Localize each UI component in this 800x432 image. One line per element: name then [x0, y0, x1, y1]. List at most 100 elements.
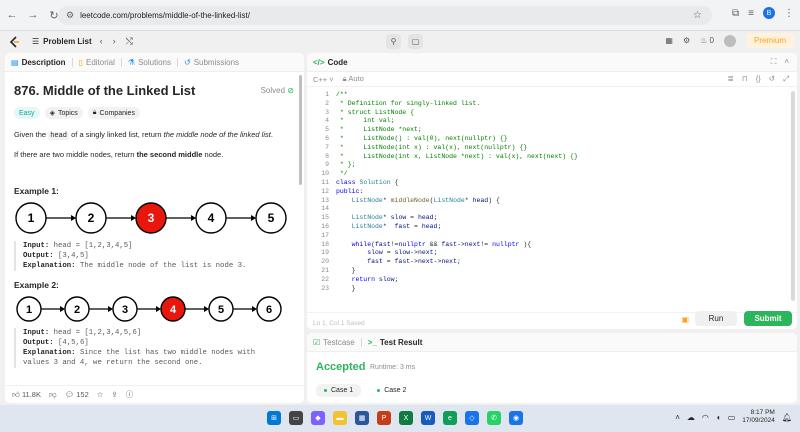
file-explorer-icon[interactable]: ▬	[333, 411, 347, 425]
reset-icon[interactable]: ↺	[769, 74, 775, 84]
task-view-icon[interactable]: ▭	[289, 411, 303, 425]
cursor-status: Ln 1, Col 1 Saved	[313, 319, 365, 327]
code-line: ListNode* slow = head;	[351, 214, 438, 222]
tab-solutions[interactable]: ⚗ Solutions	[128, 58, 171, 67]
problem-list-button[interactable]: ☰ Problem List	[32, 37, 92, 46]
notification-bell-icon[interactable]: 🔔︎	[782, 413, 792, 422]
clock[interactable]: 8:17 PM 17/09/2024	[742, 409, 775, 425]
problem-list-label: Problem List	[43, 37, 92, 46]
layout-grid-icon[interactable]: ▦	[665, 36, 673, 45]
tray-chevron-icon[interactable]: ˄	[675, 413, 680, 422]
case-2-tab[interactable]: Case 2	[369, 384, 414, 397]
tab-testcase[interactable]: ☑ Testcase	[313, 338, 355, 347]
thumbs-down-icon: 👎︎	[48, 389, 57, 399]
edge-icon[interactable]: e	[443, 411, 457, 425]
powerpoint-icon[interactable]: P	[377, 411, 391, 425]
word-icon[interactable]: W	[421, 411, 435, 425]
windows-start-icon[interactable]: ⊞	[267, 411, 281, 425]
share-icon[interactable]: ⇪	[111, 390, 117, 399]
kebab-menu-icon[interactable]: ⋮	[784, 8, 794, 19]
tab-code[interactable]: </> Code	[313, 58, 348, 67]
braces-icon[interactable]: {}	[756, 74, 761, 84]
volume-icon[interactable]: ◖	[716, 413, 721, 422]
store-icon[interactable]: ▦	[355, 411, 369, 425]
vscode-icon[interactable]: ◇	[465, 411, 479, 425]
explanation-value: The middle node of the list is node 3.	[79, 262, 247, 270]
code-line: * ListNode *next;	[336, 126, 422, 134]
user-avatar[interactable]	[723, 34, 736, 47]
difficulty-badge[interactable]: Easy	[14, 107, 40, 119]
line-number: 16	[321, 222, 329, 230]
random-problem-icon[interactable]: ⤭	[126, 36, 133, 47]
profile-avatar[interactable]: B	[763, 7, 775, 19]
comment-icon: 💬︎	[64, 390, 75, 399]
favorite-star-icon[interactable]: ☆	[97, 390, 104, 399]
extensions-icon[interactable]: ⧉	[732, 8, 739, 19]
code-line: * Definition for singly-linked list.	[336, 99, 481, 107]
output-label: Output:	[23, 252, 54, 260]
copilot-icon[interactable]: ◆	[311, 411, 325, 425]
line-number: 22	[321, 275, 329, 283]
list-node-label: 1	[28, 211, 35, 225]
streak-value: 0	[709, 36, 714, 45]
explanation-value: Since the list has two middle nodes with	[79, 349, 256, 357]
code-line: */	[336, 170, 348, 178]
back-icon[interactable]: ←	[3, 6, 21, 24]
tab-editorial[interactable]: ▯ Editorial	[79, 58, 115, 67]
debug-icon[interactable]: ⚲	[386, 34, 401, 49]
tab-submissions[interactable]: ↺ Submissions	[184, 58, 239, 67]
notes-icon[interactable]: ▢	[408, 34, 423, 49]
bookmark-star-icon[interactable]: ☆	[693, 10, 702, 21]
language-select[interactable]: C++ ˅	[313, 75, 334, 84]
line-number: 20	[321, 258, 329, 266]
run-button[interactable]: Run	[695, 311, 737, 326]
list-icon: ☰	[32, 37, 40, 46]
maximize-icon[interactable]: ⛶	[771, 57, 777, 67]
submit-button[interactable]: Submit	[744, 311, 792, 326]
address-bar[interactable]: ⚙ leetcode.com/problems/middle-of-the-li…	[58, 6, 712, 25]
like-button[interactable]: 👍︎ 11.8K	[12, 390, 41, 400]
tab-test-result[interactable]: >_ Test Result	[368, 338, 423, 347]
help-icon[interactable]: ⓘ	[126, 389, 134, 400]
premium-button[interactable]: Premium	[745, 33, 794, 48]
next-problem-icon[interactable]: ›	[113, 36, 116, 47]
media-icon[interactable]: ≡	[748, 8, 754, 19]
expand-icon[interactable]: ⤢	[783, 74, 789, 84]
dislike-button[interactable]: 👎︎	[49, 390, 57, 400]
comments-button[interactable]: 💬︎ 152	[65, 390, 89, 399]
wifi-icon[interactable]: ◠	[702, 413, 709, 422]
pass-dot-icon	[377, 389, 381, 392]
tab-description[interactable]: ▤ Description	[11, 58, 66, 67]
excel-icon[interactable]: X	[399, 411, 413, 425]
streak-counter[interactable]: ♨ 0	[700, 36, 714, 45]
forward-icon[interactable]: →	[24, 6, 42, 24]
onedrive-icon[interactable]: ☁	[687, 413, 695, 422]
note-icon[interactable]: ▣	[681, 315, 689, 324]
whatsapp-icon[interactable]: ✆	[487, 411, 501, 425]
code-editor[interactable]: 1 2 3 4 5 6 7 8 9 10 11 12 13 14 15 16 17 18 19 20 21 22 23 /*…	[307, 87, 797, 312]
format-icon[interactable]: ≣	[728, 74, 734, 84]
url-text: leetcode.com/problems/middle-of-the-link…	[80, 11, 250, 20]
line-number: 21	[321, 266, 329, 274]
description-scrollbar[interactable]	[299, 75, 302, 185]
statement-emphasis: the middle node of the linked list	[163, 130, 271, 139]
auto-mode-toggle[interactable]: 🔒︎ Auto	[343, 74, 364, 84]
collapse-icon[interactable]: ˄	[784, 57, 789, 67]
site-info-icon[interactable]: ⚙	[66, 10, 74, 21]
topics-tag[interactable]: ◈ Topics	[44, 107, 83, 119]
code-lines[interactable]: /** * Definition for singly-linked list.…	[336, 91, 578, 293]
settings-gear-icon[interactable]: ⚙	[683, 36, 690, 45]
chrome-icon[interactable]: ◉	[509, 411, 523, 425]
case-1-tab[interactable]: Case 1	[316, 384, 362, 397]
list-node-label: 4	[170, 304, 177, 316]
editor-scrollbar[interactable]	[791, 91, 795, 301]
line-number: 13	[321, 196, 329, 204]
companies-tag[interactable]: 🔒︎ Companies	[87, 107, 140, 119]
battery-icon[interactable]: ▭	[728, 413, 736, 422]
bookmark-icon[interactable]: ⊓	[742, 74, 748, 84]
output-label: Output:	[23, 339, 54, 347]
leetcode-logo-icon[interactable]	[9, 35, 19, 48]
prev-problem-icon[interactable]: ‹	[100, 36, 103, 47]
example-2-io: Input: head = [1,2,3,4,5,6] Output: [4,5…	[14, 328, 295, 368]
code-line: * ListNode(int x, ListNode *next) : val(…	[336, 152, 578, 160]
